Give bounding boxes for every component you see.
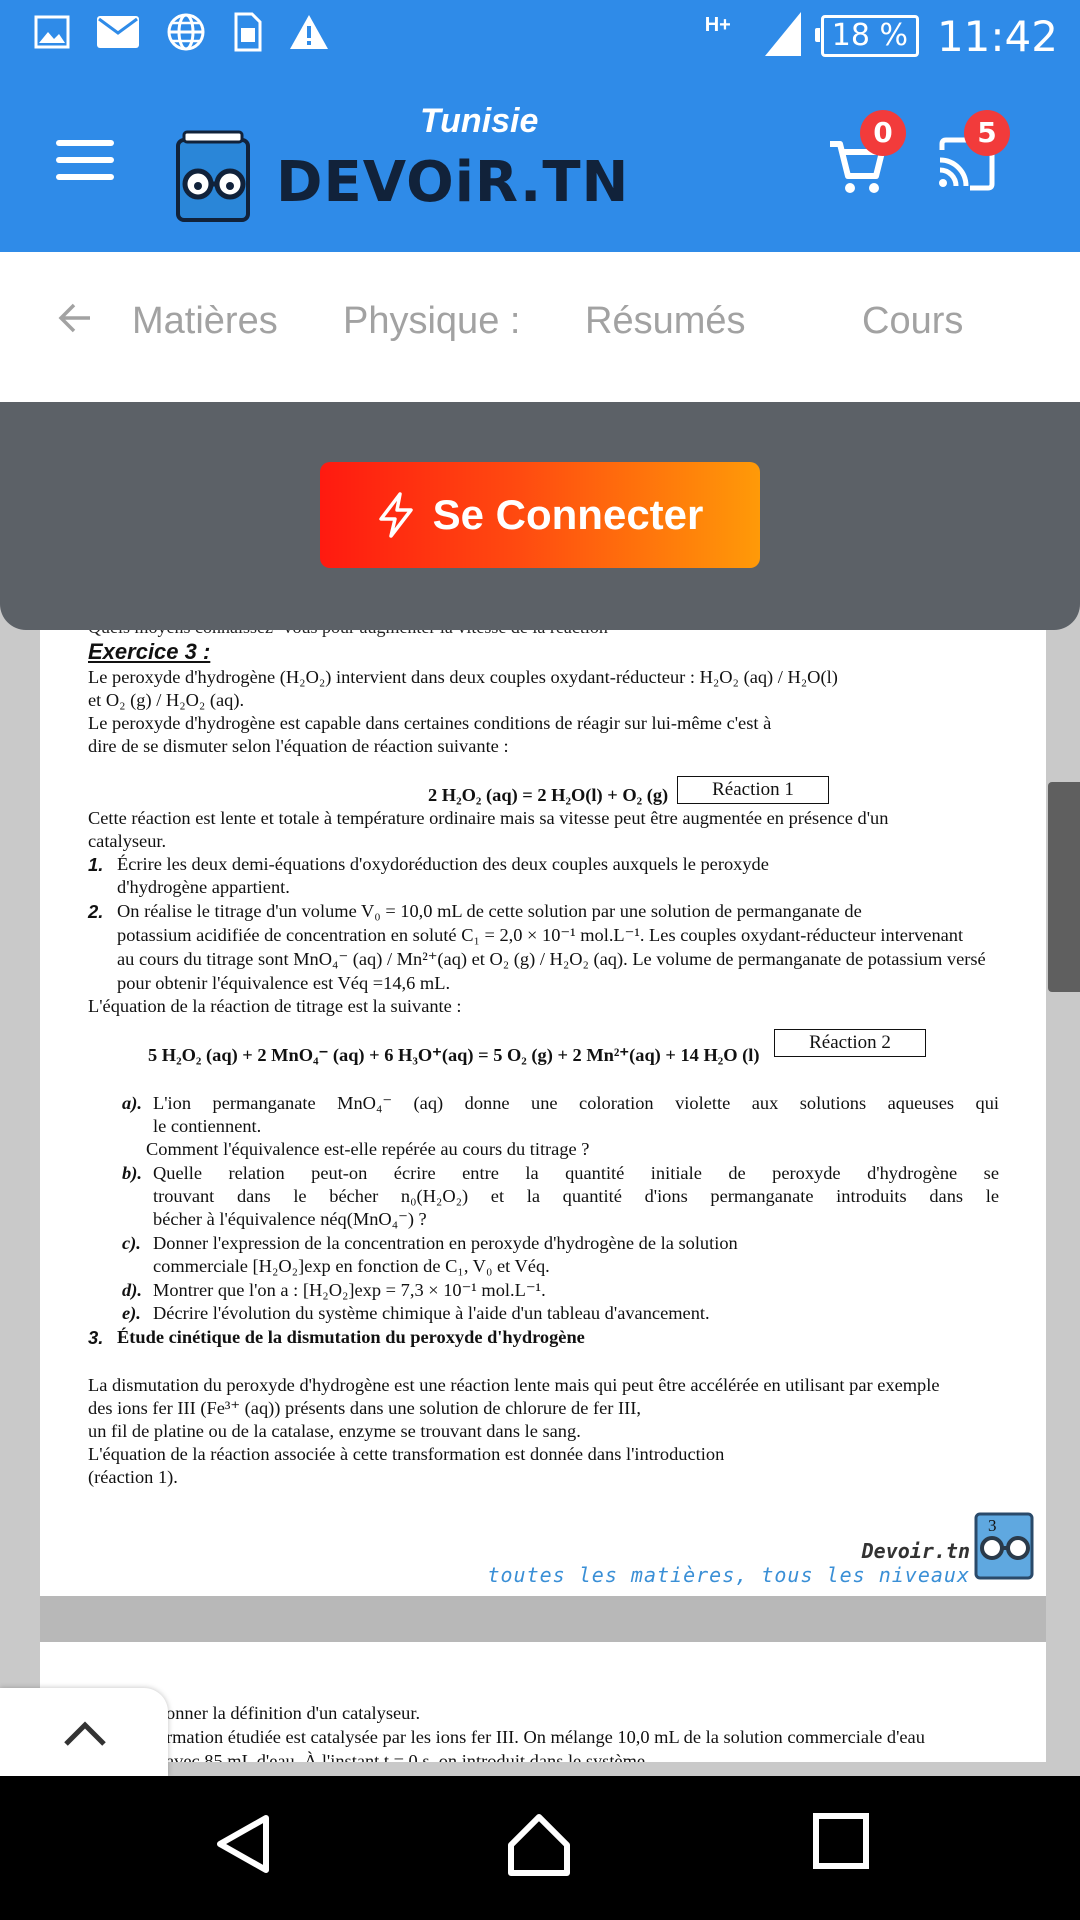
system-nav-bar [0, 1776, 1080, 1920]
chevron-up-icon [64, 1721, 106, 1746]
app-bar: Tunisie DEVOiR.TN 0 5 [0, 72, 1080, 252]
paragraph-line: onner la définition d'un catalyseur. [166, 1703, 421, 1723]
paragraph-line: catalyseur. [88, 831, 167, 851]
recent-apps-icon[interactable] [812, 1812, 870, 1870]
paragraph-line: avec 85 mL d'eau. À l'instant t = 0 s, o… [166, 1751, 646, 1762]
system-indicators: H+ 18 % 11:42 [705, 0, 1058, 72]
back-icon[interactable] [212, 1812, 272, 1876]
scrollbar-thumb[interactable] [1048, 782, 1080, 992]
sub-question-label: b). [122, 1163, 142, 1183]
question-line: pour obtenir l'équivalence est Véq =14,6… [117, 973, 451, 993]
sub-question-line: Décrire l'évolution du système chimique … [153, 1303, 710, 1323]
next-document-page: onner la définition d'un catalyseur. rma… [40, 1642, 1046, 1762]
page-number: 3 [988, 1516, 997, 1535]
category-tabs: Matières Physique : Résumés Cours [0, 252, 1080, 402]
question-line: au cours du titrage sont MnO₄⁻ (aq) / Mn… [117, 949, 986, 969]
logo-name: DEVOiR.TN [276, 150, 630, 215]
signal-icon [764, 11, 801, 56]
login-button-label: Se Connecter [432, 491, 704, 538]
question-number: 3. [88, 1327, 104, 1348]
cast-count-badge: 5 [964, 110, 1010, 156]
sub-question-line: L'ion permanganate MnO₄⁻ (aq) donne une … [153, 1093, 999, 1113]
mail-icon [97, 16, 139, 48]
sub-question-line: trouvant dans le bécher n₀(H₂O₂) et la q… [153, 1186, 999, 1206]
reaction-1-label: Réaction 1 [677, 776, 829, 804]
arrow-left-icon[interactable] [58, 302, 92, 334]
menu-icon[interactable] [56, 140, 114, 191]
home-icon[interactable] [506, 1812, 572, 1878]
question-line: Écrire les deux demi-équations d'oxydoré… [117, 854, 769, 874]
tab-physique[interactable]: Physique : [343, 300, 520, 343]
sub-question-line: Comment l'équivalence est-elle repérée a… [146, 1139, 590, 1159]
sub-question-line: commerciale [H₂O₂]exp en fonction de C₁,… [153, 1256, 550, 1276]
footer-brand-name: Devoir.tn [861, 1539, 970, 1563]
question-number: 2. [88, 901, 104, 922]
question-line: On réalise le titrage d'un volume V₀ = 1… [117, 901, 862, 921]
paragraph-line: des ions fer III (Fe³⁺ (aq)) présents da… [88, 1398, 641, 1418]
intro-line: et O₂ (g) / H₂O₂ (aq). [88, 690, 245, 710]
sub-question-label: d). [122, 1280, 142, 1300]
sub-question-line: Quelle relation peut-on écrire entre la … [153, 1163, 999, 1183]
question-number: 1. [88, 854, 104, 875]
lightning-icon [378, 492, 413, 538]
sim-icon [234, 12, 262, 52]
scroll-to-top-button[interactable] [0, 1688, 168, 1776]
exercise-title: Exercice 3 : [88, 639, 211, 664]
warning-icon [290, 15, 328, 49]
section-heading: Étude cinétique de la dismutation du per… [117, 1327, 585, 1347]
logo-tagline: Tunisie [420, 102, 539, 140]
paragraph-line: La dismutation du peroxyde d'hydrogène e… [88, 1375, 940, 1395]
status-bar: H+ 18 % 11:42 [0, 0, 1080, 72]
question-line: potassium acidifiée de concentration en … [117, 925, 964, 945]
sub-question-line: Donner l'expression de la concentration … [153, 1233, 738, 1253]
intro-line: dire de se dismuter selon l'équation de … [88, 736, 509, 756]
clock: 11:42 [936, 11, 1058, 61]
paragraph-line: (réaction 1). [88, 1467, 178, 1487]
intro-line: Le peroxyde d'hydrogène (H₂O₂) intervien… [88, 667, 838, 687]
tab-cours[interactable]: Cours [862, 300, 963, 343]
globe-icon [167, 13, 205, 51]
sub-question-line: le contiennent. [153, 1116, 262, 1136]
signal-indicator: H+ [705, 10, 803, 63]
login-button[interactable]: Se Connecter [320, 462, 760, 568]
paragraph-line: L'équation de la réaction de titrage est… [88, 996, 462, 1016]
reaction-1-equation: 2 H₂O₂ (aq) = 2 H₂O(l) + O₂ (g) [428, 785, 669, 805]
footer-tagline: toutes les matières, tous les niveaux [487, 1562, 970, 1587]
tab-resumes[interactable]: Résumés [585, 300, 746, 343]
paragraph-line: L'équation de la réaction associée à cet… [88, 1444, 725, 1464]
login-banner: Se Connecter [0, 402, 1080, 630]
cart-count-badge: 0 [860, 110, 906, 156]
reaction-2-label: Réaction 2 [774, 1029, 926, 1057]
sub-question-label: a). [122, 1093, 142, 1113]
question-line: d'hydrogène appartient. [117, 877, 290, 897]
network-type: H+ [704, 13, 731, 36]
battery-level: 18 % [814, 15, 919, 57]
sub-question-line: bécher à l'équivalence néq(MnO₄⁻) ? [153, 1209, 427, 1229]
notification-icons [34, 12, 330, 52]
sub-question-label: c). [122, 1233, 141, 1253]
sub-question-label: e). [122, 1303, 141, 1323]
footer-mascot-icon [974, 1512, 1034, 1580]
reaction-2-equation: 5 H₂O₂ (aq) + 2 MnO₄⁻ (aq) + 6 H₃O⁺(aq) … [148, 1045, 760, 1065]
sub-question-line: Montrer que l'on a : [H₂O₂]exp = 7,3 × 1… [153, 1280, 546, 1300]
tab-matieres[interactable]: Matières [132, 300, 278, 343]
paragraph-line: rmation étudiée est catalysée par les io… [166, 1727, 925, 1747]
cast-button[interactable]: 5 [936, 110, 1010, 197]
logo-mascot-icon [176, 130, 250, 222]
cart-button[interactable]: 0 [826, 110, 906, 203]
page-separator [40, 1596, 1046, 1642]
footer-brand: Devoir.tn toutes les matières, tous les … [487, 1539, 970, 1587]
document-page: Quels moyens connaissez- vous pour augme… [40, 630, 1046, 1596]
paragraph-line: Cette réaction est lente et totale à tem… [88, 808, 889, 828]
image-icon [34, 15, 70, 49]
devoir-tn-logo[interactable]: Tunisie DEVOiR.TN [170, 102, 628, 232]
paragraph-line: un fil de platine ou de la catalase, enz… [88, 1421, 581, 1441]
intro-line: Le peroxyde d'hydrogène est capable dans… [88, 713, 772, 733]
